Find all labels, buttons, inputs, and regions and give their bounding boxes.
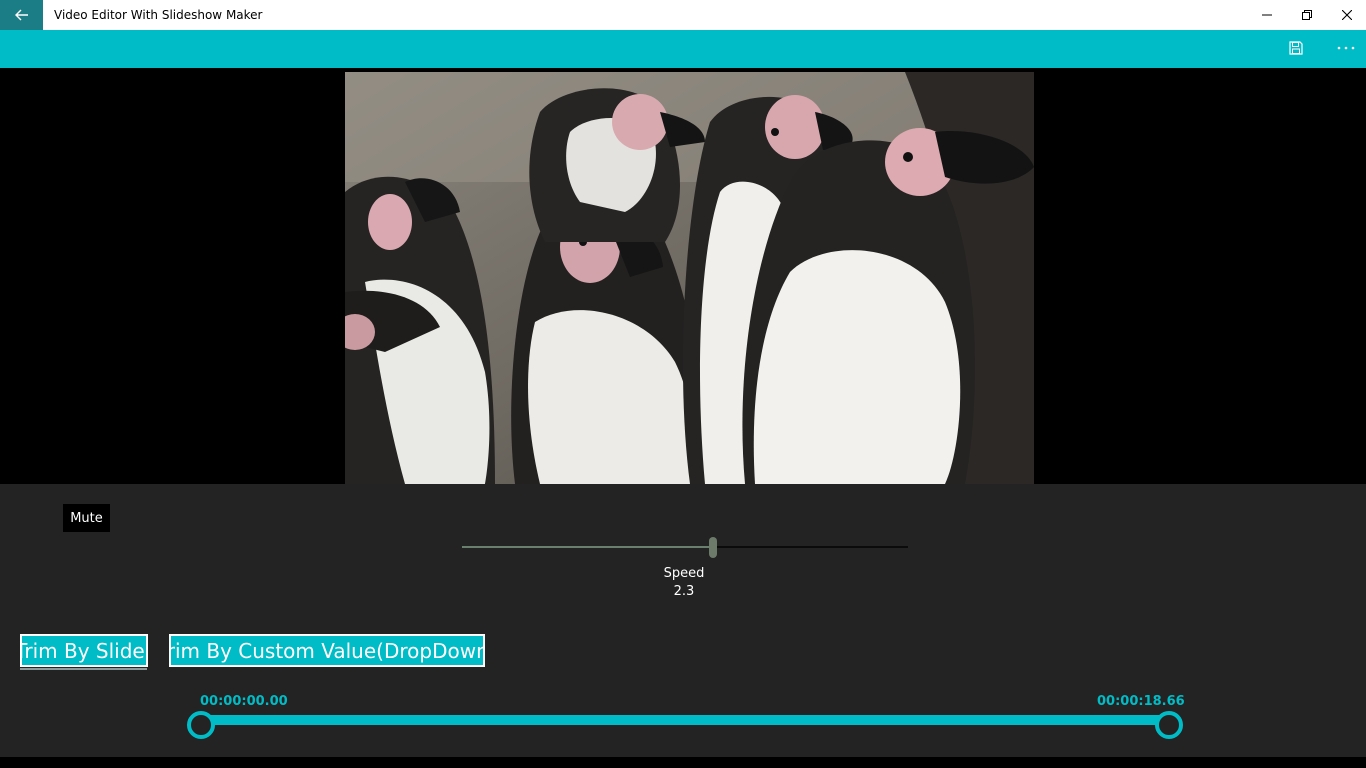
trim-by-slider-button[interactable]: Trim By Slider	[20, 634, 148, 667]
trim-end-handle[interactable]	[1155, 711, 1183, 739]
save-button[interactable]	[1276, 30, 1316, 66]
trim-range-track[interactable]	[196, 715, 1172, 725]
title-bar: Video Editor With Slideshow Maker	[0, 0, 1366, 30]
command-bar	[0, 30, 1366, 68]
close-icon	[1342, 10, 1352, 20]
trim-by-custom-value-button[interactable]: Trim By Custom Value(DropDown)	[169, 634, 485, 667]
restore-button[interactable]	[1287, 0, 1327, 30]
minimize-button[interactable]	[1247, 0, 1287, 30]
more-options-button[interactable]	[1326, 30, 1366, 66]
video-preview[interactable]	[345, 72, 1034, 484]
back-arrow-icon	[14, 9, 28, 21]
bottom-edge	[0, 757, 1366, 768]
save-icon	[1289, 41, 1303, 55]
mute-button[interactable]: Mute	[63, 504, 110, 532]
close-button[interactable]	[1327, 0, 1366, 30]
minimize-icon	[1262, 14, 1272, 16]
trim-start-handle[interactable]	[187, 711, 215, 739]
speed-label: Speed	[663, 566, 705, 581]
speed-slider-thumb[interactable]	[709, 537, 717, 558]
penguins-video-frame	[345, 72, 1034, 484]
speed-value: 2.3	[673, 584, 695, 599]
speed-slider-filled-track[interactable]	[462, 546, 712, 548]
more-options-icon	[1337, 46, 1355, 50]
restore-icon	[1302, 10, 1312, 20]
video-player	[0, 68, 1366, 484]
trim-start-time: 00:00:00.00	[200, 694, 288, 709]
speed-slider-empty-track[interactable]	[716, 546, 908, 548]
selected-tab-indicator	[20, 668, 147, 670]
trim-end-time: 00:00:18.66	[1097, 694, 1185, 709]
window-title: Video Editor With Slideshow Maker	[54, 8, 263, 22]
back-button[interactable]	[0, 0, 43, 30]
